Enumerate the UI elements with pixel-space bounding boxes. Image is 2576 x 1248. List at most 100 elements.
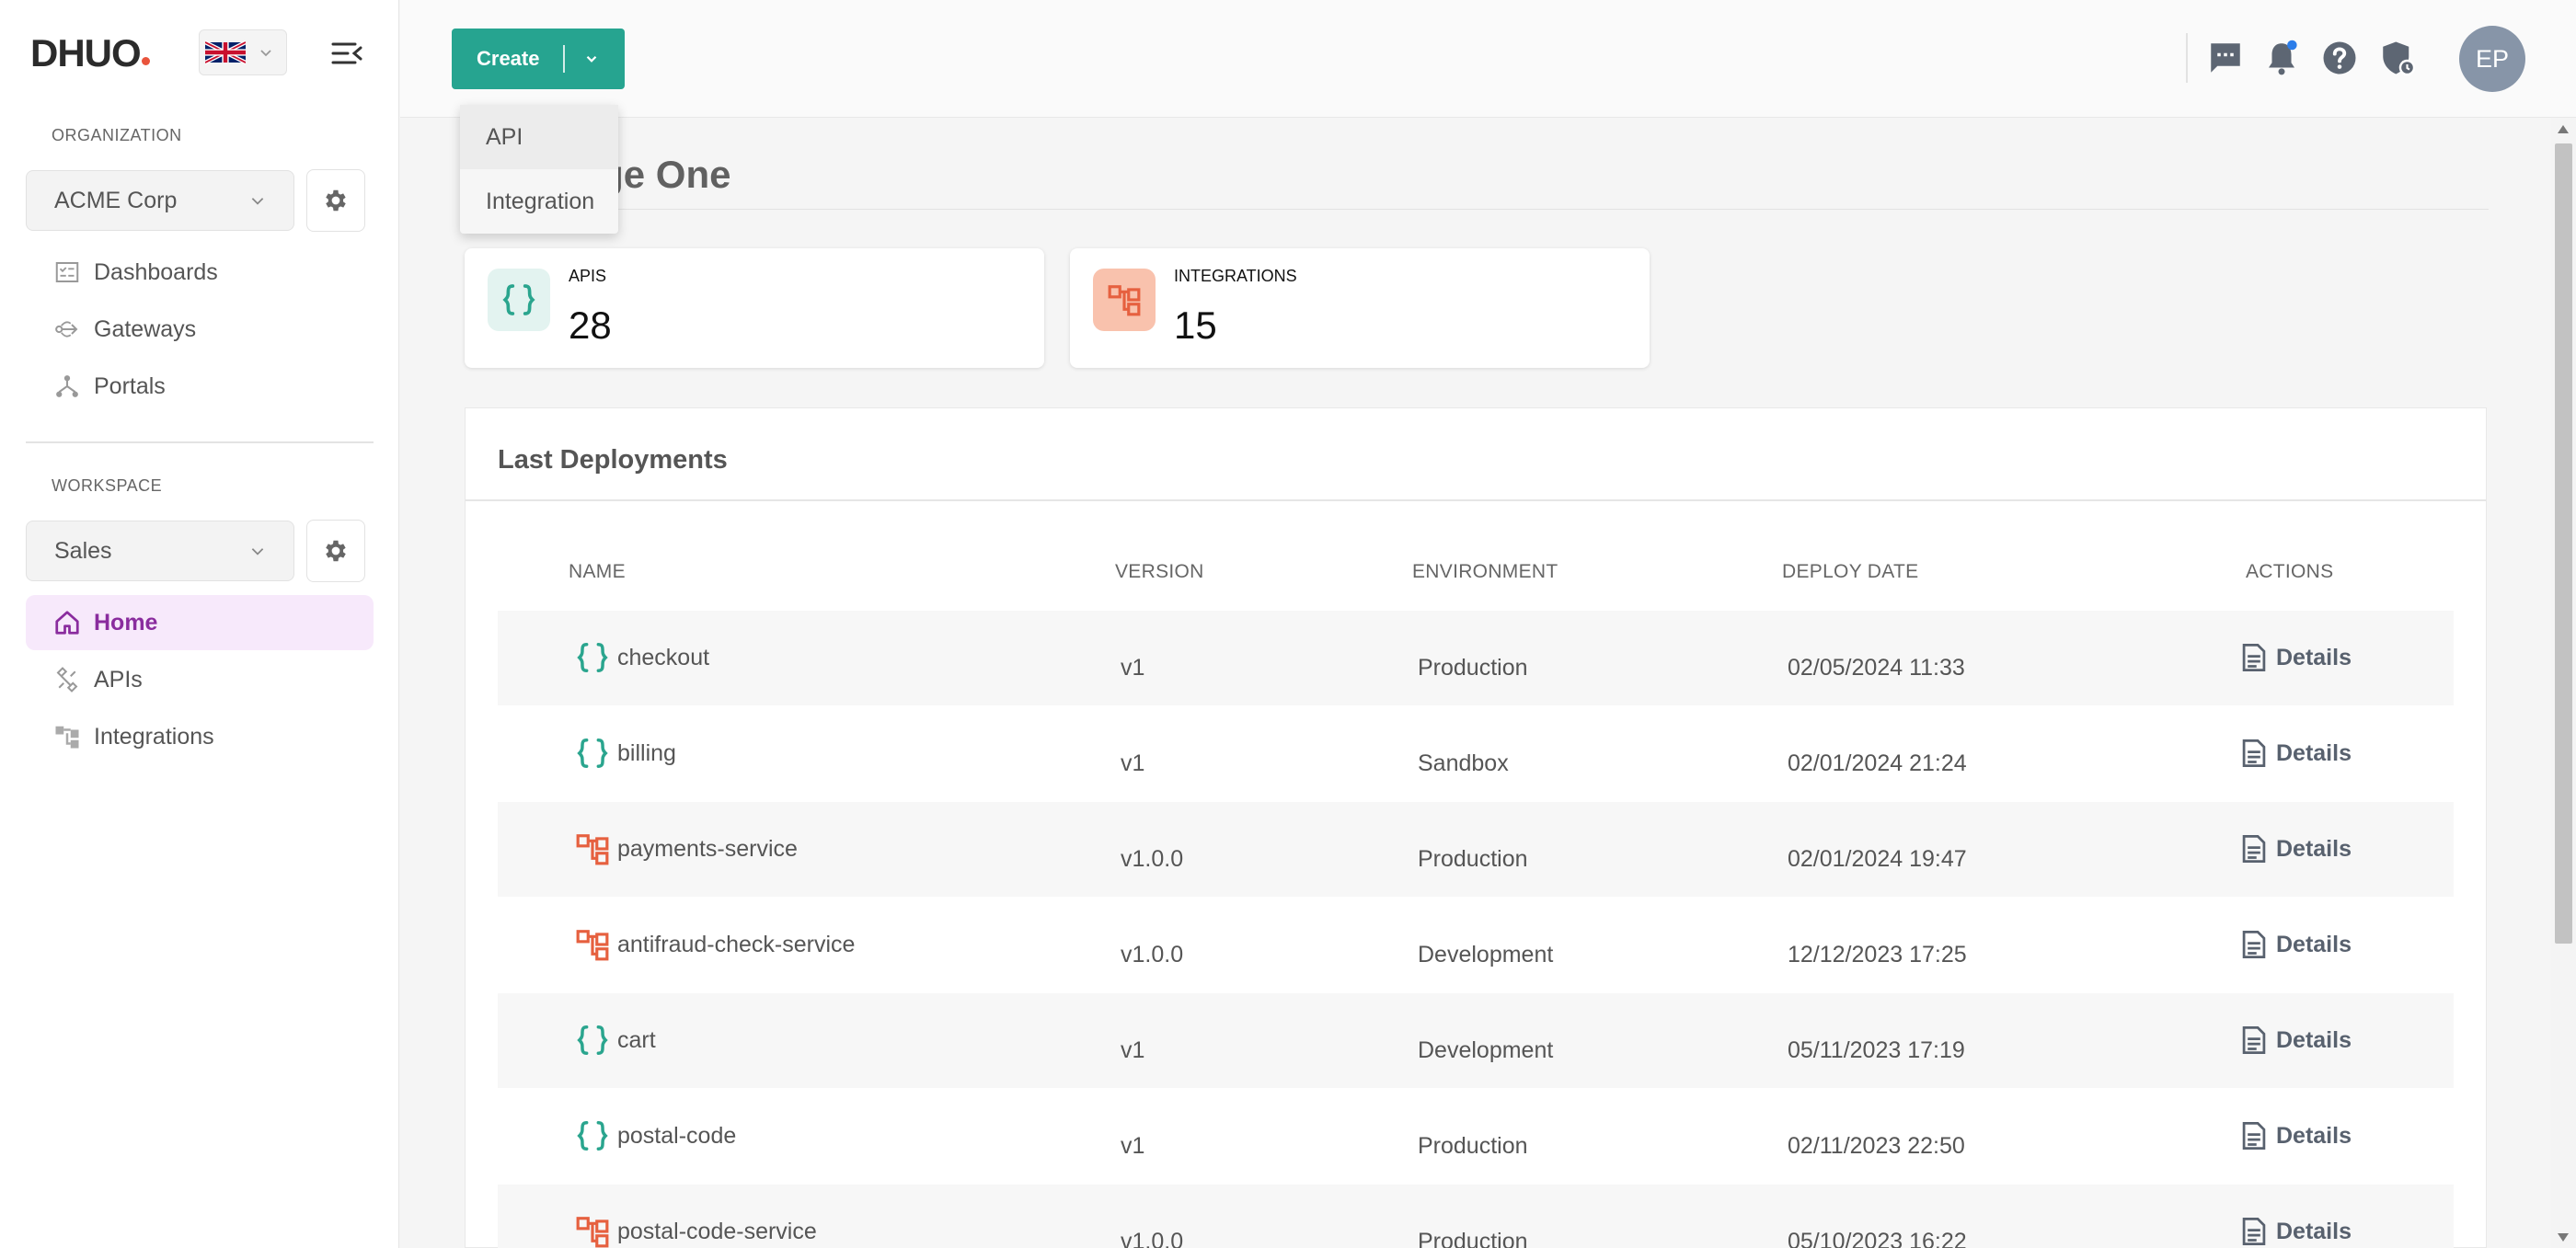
integration-icon (576, 834, 609, 865)
details-button[interactable]: Details (2241, 931, 2352, 958)
create-button-separator (563, 45, 566, 73)
menu-item-api[interactable]: API (460, 105, 618, 169)
organization-settings-button[interactable] (306, 169, 365, 232)
user-avatar[interactable]: EP (2459, 26, 2525, 92)
integrations-stat-card[interactable]: INTEGRATIONS 15 (1070, 248, 1650, 368)
sidebar-item-portals[interactable]: Portals (26, 359, 374, 414)
row-version: v1.0.0 (1121, 846, 1184, 872)
details-label: Details (2276, 931, 2352, 957)
curly-braces-icon (577, 1121, 608, 1151)
row-environment: Sandbox (1418, 750, 1509, 776)
table-row: postal-code-service v1.0.0 Production 05/10… (498, 1185, 2454, 1248)
sidebar-divider (26, 441, 374, 443)
details-label: Details (2276, 1026, 2352, 1053)
page-scrollbar[interactable] (2551, 118, 2576, 1248)
integrations-stat-icon-bg (1093, 269, 1156, 331)
sidebar-item-apis[interactable]: APIs (26, 652, 374, 707)
scroll-down-arrow[interactable] (2558, 1233, 2569, 1242)
gear-icon (326, 540, 346, 562)
table-row: checkout v1 Production 02/05/2024 11:33 Deta… (498, 611, 2454, 705)
language-selector[interactable] (199, 29, 287, 75)
row-deploy-date: 02/05/2024 11:33 (1788, 655, 1965, 681)
sidebar: DHUO ORGANIZATION ACME Corp Dashboards G… (0, 0, 399, 1248)
details-button[interactable]: Details (2241, 835, 2352, 863)
row-environment: Development (1418, 942, 1554, 967)
row-version: v1.0.0 (1121, 1229, 1184, 1248)
column-header-deploy-date: DEPLOY DATE (1782, 561, 1919, 582)
details-label: Details (2276, 1122, 2352, 1149)
chat-icon[interactable] (2206, 39, 2245, 77)
column-header-version: VERSION (1115, 561, 1204, 582)
apis-stat-card[interactable]: APIS 28 (465, 248, 1044, 368)
sidebar-item-gateways[interactable]: Gateways (26, 302, 374, 357)
stat-label: APIS (569, 267, 607, 285)
bell-icon[interactable] (2262, 39, 2301, 77)
column-header-name: NAME (569, 561, 626, 582)
stat-value: 15 (1174, 303, 1217, 347)
details-button[interactable]: Details (2241, 1122, 2352, 1150)
row-name-cell: checkout (575, 640, 709, 675)
organization-select[interactable]: ACME Corp (26, 170, 294, 231)
row-name-cell: payments-service (575, 831, 798, 866)
row-environment: Production (1418, 846, 1528, 872)
details-label: Details (2276, 739, 2352, 766)
details-button[interactable]: Details (2241, 1026, 2352, 1054)
apis-stat-icon-bg (488, 269, 550, 331)
row-version: v1 (1121, 655, 1145, 681)
sidebar-item-label: Integrations (94, 723, 214, 750)
create-button[interactable]: Create (452, 29, 625, 89)
row-environment: Production (1418, 655, 1528, 681)
row-name: postal-code (617, 1122, 737, 1149)
last-deployments-panel: Last Deployments NAME VERSION ENVIRONMEN… (465, 407, 2487, 1248)
collapse-menu-icon[interactable] (331, 40, 362, 66)
workspace-select-value: Sales (54, 537, 112, 564)
sidebar-item-home[interactable]: Home (26, 595, 374, 650)
integrations-icon (55, 726, 79, 749)
row-deploy-date: 02/01/2024 19:47 (1788, 846, 1967, 872)
brand-logo[interactable]: DHUO (30, 31, 150, 75)
curly-braces-icon (577, 643, 608, 672)
details-button[interactable]: Details (2241, 644, 2352, 671)
table-row: postal-code v1 Production 02/11/2023 22:50 D… (498, 1089, 2454, 1184)
shield-icon[interactable] (2378, 39, 2417, 77)
workspace-settings-button[interactable] (306, 520, 365, 582)
details-button[interactable]: Details (2241, 739, 2352, 767)
row-environment: Development (1418, 1037, 1554, 1063)
create-button-label: Create (477, 47, 540, 70)
curly-braces-icon (502, 284, 535, 315)
menu-item-integration[interactable]: Integration (460, 169, 618, 234)
help-icon[interactable] (2320, 39, 2359, 77)
organization-select-value: ACME Corp (54, 187, 178, 213)
workspace-label: WORKSPACE (52, 476, 163, 495)
curly-braces-icon (577, 1025, 608, 1055)
gateway-icon (55, 321, 78, 338)
details-button[interactable]: Details (2241, 1218, 2352, 1245)
row-version: v1 (1121, 750, 1145, 776)
row-environment: Production (1418, 1133, 1528, 1159)
chevron-down-icon (251, 198, 264, 205)
sidebar-item-dashboards[interactable]: Dashboards (26, 245, 374, 300)
row-version: v1 (1121, 1037, 1145, 1063)
sidebar-item-integrations[interactable]: Integrations (26, 709, 374, 764)
scroll-thumb[interactable] (2555, 143, 2572, 944)
row-name-cell: billing (575, 736, 676, 771)
home-icon (55, 611, 79, 635)
details-label: Details (2276, 835, 2352, 862)
row-name: antifraud-check-service (617, 931, 856, 957)
chevron-down-icon[interactable] (583, 51, 600, 67)
organization-label: ORGANIZATION (52, 126, 182, 144)
header-divider (2186, 33, 2188, 83)
sidebar-item-label: Home (94, 609, 158, 635)
chevron-down-icon (260, 50, 271, 57)
workspace-select[interactable]: Sales (26, 521, 294, 581)
scroll-up-arrow[interactable] (2558, 125, 2569, 133)
row-name-cell: cart (575, 1023, 656, 1058)
row-deploy-date: 12/12/2023 17:25 (1788, 942, 1967, 967)
stat-label: INTEGRATIONS (1174, 267, 1297, 285)
table-row: antifraud-check-service v1.0.0 Development… (498, 898, 2454, 992)
table-row: billing v1 Sandbox 02/01/2024 21:24 Details (498, 706, 2454, 801)
stat-value: 28 (569, 303, 612, 347)
sidebar-item-label: Dashboards (94, 258, 218, 285)
row-deploy-date: 05/10/2023 16:22 (1788, 1229, 1967, 1248)
top-bar: Create EP (400, 0, 2576, 118)
